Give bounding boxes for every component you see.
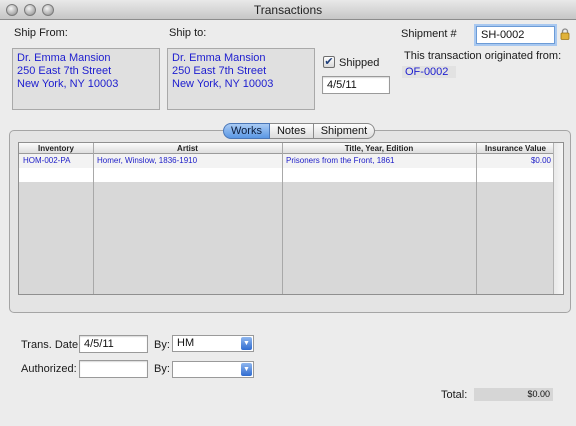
origin-value-link[interactable]: OF-0002 <box>405 66 448 78</box>
authorized-label: Authorized: <box>21 363 77 375</box>
shipped-label: Shipped <box>339 57 380 69</box>
title-bar: Transactions <box>0 0 576 20</box>
cell-artist: Homer, Winslow, 1836-1910 <box>97 156 198 165</box>
origin-label: This transaction originated from: <box>404 50 562 62</box>
minimize-window-button[interactable] <box>24 4 36 16</box>
tab-works[interactable]: Works <box>223 123 270 139</box>
authorized-field[interactable] <box>79 360 148 378</box>
checkmark-icon: ✔ <box>324 56 334 68</box>
works-table[interactable]: Inventory Artist Title, Year, Edition In… <box>18 142 564 295</box>
close-window-button[interactable] <box>6 4 18 16</box>
trans-date-label: Trans. Date: <box>21 339 82 351</box>
ship-from-line-2: 250 East 7th Street <box>17 65 112 77</box>
tab-shipment[interactable]: Shipment <box>313 123 376 139</box>
column-divider <box>282 143 283 294</box>
cell-inventory: HOM-002-PA <box>23 156 71 165</box>
column-header-inventory[interactable]: Inventory <box>19 143 93 154</box>
column-divider <box>93 143 94 294</box>
table-header: Inventory Artist Title, Year, Edition In… <box>19 143 555 154</box>
ship-to-line-3: New York, NY 10003 <box>172 78 274 90</box>
total-value: $0.00 <box>474 388 553 401</box>
chevron-down-icon: ▼ <box>241 337 252 350</box>
column-header-title[interactable]: Title, Year, Edition <box>282 143 476 154</box>
ship-from-address[interactable]: Dr. Emma Mansion 250 East 7th Street New… <box>12 48 160 110</box>
by-select-value: HM <box>177 337 195 349</box>
shipped-date-field[interactable]: 4/5/11 <box>322 76 390 94</box>
table-scrollbar[interactable] <box>553 143 563 294</box>
by2-label: By: <box>154 363 170 375</box>
ship-from-label: Ship From: <box>14 27 68 39</box>
shipment-number-label: Shipment # <box>401 28 457 40</box>
by-select[interactable]: HM ▼ <box>172 335 254 352</box>
tab-bar: Works Notes Shipment <box>223 123 376 139</box>
transactions-window: Transactions Ship From: Dr. Emma Mansion… <box>0 0 576 426</box>
lock-icon[interactable] <box>560 28 570 40</box>
ship-to-label: Ship to: <box>169 27 207 39</box>
ship-to-line-2: 250 East 7th Street <box>172 65 267 77</box>
cell-title: Prisoners from the Front, 1861 <box>286 156 395 165</box>
column-divider <box>476 143 477 294</box>
column-header-insurance-value[interactable]: Insurance Value <box>476 143 555 154</box>
trans-date-field[interactable]: 4/5/11 <box>79 335 148 353</box>
column-header-artist[interactable]: Artist <box>93 143 282 154</box>
shipped-checkbox[interactable]: ✔ <box>323 56 335 68</box>
ship-from-line-1: Dr. Emma Mansion <box>17 52 111 64</box>
by2-select[interactable]: ▼ <box>172 361 254 378</box>
by-label: By: <box>154 339 170 351</box>
table-row-empty[interactable] <box>19 168 555 182</box>
tab-notes[interactable]: Notes <box>269 123 314 139</box>
zoom-window-button[interactable] <box>42 4 54 16</box>
shipment-number-field[interactable]: SH-0002 <box>476 26 555 44</box>
chevron-down-icon: ▼ <box>241 363 252 376</box>
table-row[interactable]: HOM-002-PA Homer, Winslow, 1836-1910 Pri… <box>19 154 555 168</box>
ship-to-line-1: Dr. Emma Mansion <box>172 52 266 64</box>
ship-to-address[interactable]: Dr. Emma Mansion 250 East 7th Street New… <box>167 48 315 110</box>
window-title: Transactions <box>253 3 323 17</box>
cell-insurance-value: $0.00 <box>530 156 551 165</box>
ship-from-line-3: New York, NY 10003 <box>17 78 119 90</box>
total-label: Total: <box>441 389 468 401</box>
